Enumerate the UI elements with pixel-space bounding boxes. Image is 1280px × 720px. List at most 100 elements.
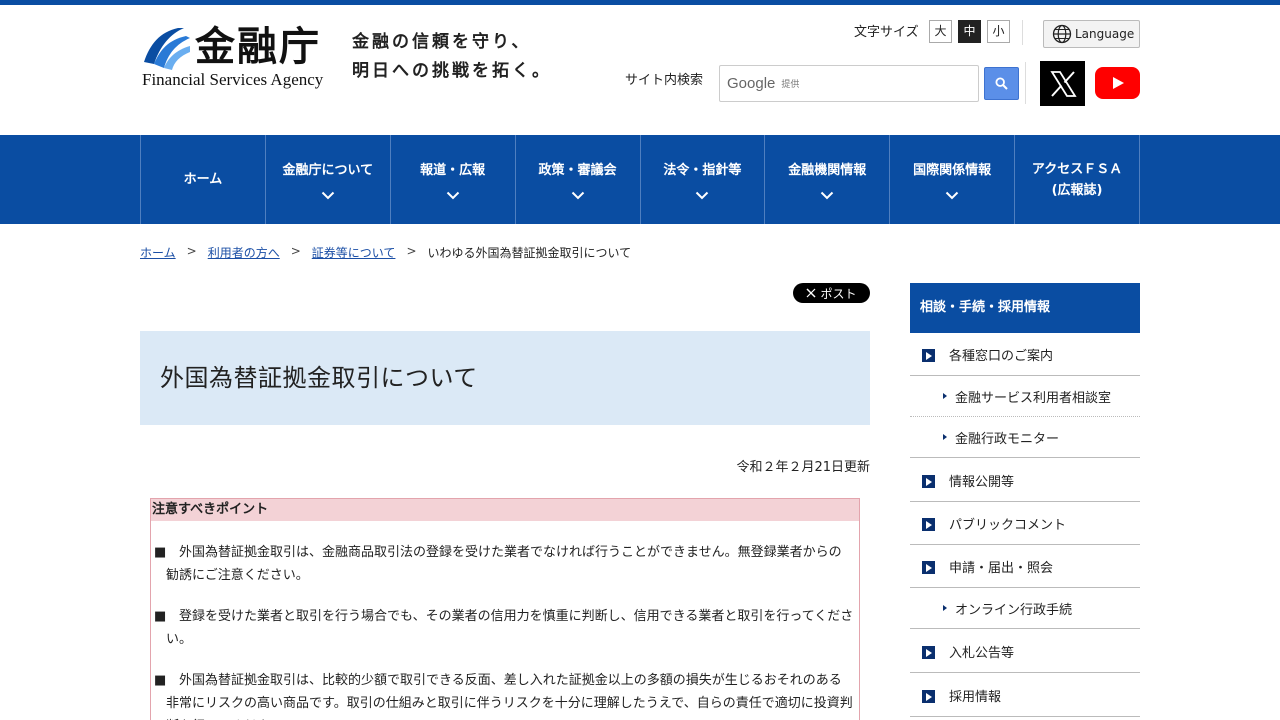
notice-text: 外国為替証拠金取引は、比較的少額で取引できる反面、差し入れた証拠金以上の多額の損… bbox=[166, 673, 853, 720]
nav-institutions[interactable]: 金融機関情報 bbox=[765, 135, 891, 224]
tagline: 金融の信頼を守り、 明日への挑戦を拓く。 bbox=[352, 28, 552, 86]
sidebar-item-user-consultation[interactable]: 金融サービス利用者相談室 bbox=[910, 376, 1140, 417]
sidebar-item-label: 金融サービス利用者相談室 bbox=[955, 390, 1112, 406]
breadcrumb-separator: > bbox=[406, 244, 417, 258]
logo-japanese-text: 金融庁 bbox=[195, 24, 321, 70]
fsa-logo-mark-icon bbox=[144, 28, 190, 70]
font-size-small-button[interactable]: 小 bbox=[987, 20, 1010, 43]
search-provider-text: 提供 bbox=[781, 80, 800, 90]
notice-text: 外国為替証拠金取引は、金融商品取引法の登録を受けた業者でなければ行うことができま… bbox=[166, 545, 842, 583]
nav-item-label: 報道・広報 bbox=[420, 162, 486, 178]
nav-item-label: アクセスＦＳＡ (広報誌) bbox=[1031, 161, 1123, 198]
header-divider-2 bbox=[1025, 62, 1026, 104]
sidebar-item-label: 金融行政モニター bbox=[955, 431, 1060, 447]
x-post-button[interactable]: ポスト bbox=[793, 283, 870, 303]
notice-heading: 注意すべきポイント bbox=[151, 499, 859, 521]
chevron-down-icon bbox=[446, 191, 459, 199]
bullet-square: ■ bbox=[154, 609, 167, 624]
notice-box: 注意すべきポイント ■ 外国為替証拠金取引は、金融商品取引法の登録を受けた業者で… bbox=[150, 498, 860, 720]
arrow-square-icon bbox=[922, 517, 935, 531]
sidebar-item-label: 採用情報 bbox=[949, 689, 1002, 705]
nav-item-label: 法令・指針等 bbox=[663, 162, 742, 178]
top-accent-bar bbox=[0, 0, 1280, 5]
nav-policy[interactable]: 政策・審議会 bbox=[516, 135, 641, 224]
nav-international[interactable]: 国際関係情報 bbox=[890, 135, 1016, 224]
post-label: ポスト bbox=[820, 286, 857, 301]
sidebar-item-disclosure[interactable]: 情報公開等 bbox=[910, 459, 1140, 502]
nav-laws[interactable]: 法令・指針等 bbox=[641, 135, 766, 224]
chevron-down-icon bbox=[321, 191, 335, 199]
chevron-down-icon bbox=[696, 191, 709, 199]
sidebar-item-recruitment[interactable]: 採用情報 bbox=[910, 674, 1140, 717]
font-size-large-button[interactable]: 大 bbox=[929, 20, 952, 43]
bullet-square: ■ bbox=[154, 545, 167, 560]
notice-item: ■ 外国為替証拠金取引は、金融商品取引法の登録を受けた業者でなければ行うことがで… bbox=[154, 541, 854, 587]
page-title: 外国為替証拠金取引について bbox=[160, 364, 478, 392]
sidebar-item-label: 入札公告等 bbox=[949, 645, 1015, 661]
tagline-line-1: 金融の信頼を守り、 bbox=[352, 32, 532, 52]
sidebar-item-label: 情報公開等 bbox=[949, 474, 1015, 490]
breadcrumb-current: いわゆる外国為替証拠金取引について bbox=[427, 246, 632, 260]
arrow-square-icon bbox=[922, 645, 935, 659]
chevron-down-icon bbox=[821, 191, 834, 199]
x-logo-icon bbox=[1049, 70, 1077, 97]
notice-item: ■ 登録を受けた業者と取引を行う場合でも、その業者の信用力を慎重に判断し、信用で… bbox=[154, 605, 854, 651]
sidebar-item-admin-monitor[interactable]: 金融行政モニター bbox=[910, 417, 1140, 458]
nav-item-label: 金融機関情報 bbox=[788, 162, 867, 178]
globe-icon bbox=[1052, 24, 1072, 44]
youtube-button[interactable] bbox=[1095, 67, 1140, 99]
language-label: Language bbox=[1075, 27, 1135, 41]
bullet-square: ■ bbox=[154, 673, 167, 688]
header-divider bbox=[1022, 20, 1023, 45]
nav-item-label: 金融庁について bbox=[282, 162, 374, 178]
nav-about[interactable]: 金融庁について bbox=[266, 135, 391, 224]
breadcrumb-securities[interactable]: 証券等について bbox=[312, 244, 396, 261]
arrow-square-icon bbox=[922, 348, 935, 362]
arrow-square-icon bbox=[922, 560, 935, 574]
sidebar-item-online-procedures[interactable]: オンライン行政手続 bbox=[910, 588, 1140, 629]
sidebar-item-contact-windows[interactable]: 各種窓口のご案内 bbox=[910, 333, 1140, 376]
language-button[interactable]: Language bbox=[1043, 20, 1140, 48]
nav-access-fsa[interactable]: アクセスＦＳＡ (広報誌) bbox=[1015, 135, 1140, 224]
notice-text: 登録を受けた業者と取引を行う場合でも、その業者の信用力を慎重に判断し、信用できる… bbox=[166, 609, 854, 647]
x-social-button[interactable] bbox=[1040, 61, 1085, 106]
chevron-down-icon bbox=[571, 191, 584, 199]
sidebar-item-label: パブリックコメント bbox=[949, 517, 1067, 533]
nav-home[interactable]: ホーム bbox=[141, 135, 266, 224]
chevron-down-icon bbox=[945, 191, 959, 199]
x-small-icon bbox=[806, 288, 817, 298]
tagline-line-2: 明日への挑戦を拓く。 bbox=[352, 61, 552, 81]
arrow-square-icon bbox=[922, 474, 935, 488]
font-size-label: 文字サイズ bbox=[854, 25, 919, 40]
nav-press[interactable]: 報道・広報 bbox=[391, 135, 516, 224]
nav-item-label: 国際関係情報 bbox=[913, 162, 992, 178]
breadcrumb-separator: > bbox=[186, 244, 197, 258]
logo-english-text: Financial Services Agency bbox=[142, 70, 324, 89]
search-icon bbox=[995, 77, 1008, 90]
nav-item-label: 政策・審議会 bbox=[538, 162, 617, 178]
breadcrumb-users[interactable]: 利用者の方へ bbox=[208, 244, 280, 261]
triangle-bullet-icon bbox=[943, 434, 947, 440]
sidebar-heading: 相談・手続・採用情報 bbox=[910, 283, 1140, 333]
sidebar-item-applications[interactable]: 申請・届出・照会 bbox=[910, 545, 1140, 588]
breadcrumb-home[interactable]: ホーム bbox=[140, 244, 176, 261]
breadcrumb: ホーム > 利用者の方へ > 証券等について > いわゆる外国為替証拠金取引につ… bbox=[140, 244, 631, 261]
nav-item-label: ホーム bbox=[183, 172, 223, 187]
fsa-logo[interactable]: 金融庁 Financial Services Agency bbox=[140, 22, 335, 92]
page-title-box: 外国為替証拠金取引について bbox=[140, 331, 870, 425]
global-nav: ホーム 金融庁について 報道・広報 政策・審議会 法令・指針等 金融機関情報 国際関係情報 ア… bbox=[0, 135, 1280, 224]
triangle-bullet-icon bbox=[943, 605, 947, 611]
sidebar-item-public-comment[interactable]: パブリックコメント bbox=[910, 502, 1140, 545]
updated-date: 令和２年２月21日更新 bbox=[736, 460, 870, 475]
sidebar-item-label: 申請・届出・照会 bbox=[949, 560, 1054, 576]
search-input[interactable]: Google 提供 bbox=[719, 65, 979, 102]
sidebar-item-label: 各種窓口のご案内 bbox=[949, 348, 1054, 364]
search-button[interactable] bbox=[984, 67, 1019, 100]
youtube-play-icon bbox=[1112, 77, 1124, 89]
sidebar-item-label: オンライン行政手続 bbox=[955, 602, 1073, 618]
breadcrumb-separator: > bbox=[290, 244, 301, 258]
sidebar-item-bidding[interactable]: 入札公告等 bbox=[910, 630, 1140, 673]
global-nav-items: ホーム 金融庁について 報道・広報 政策・審議会 法令・指針等 金融機関情報 国際関係情報 ア… bbox=[140, 135, 1140, 224]
font-size-medium-button[interactable]: 中 bbox=[958, 20, 981, 43]
notice-item: ■ 外国為替証拠金取引は、比較的少額で取引できる反面、差し入れた証拠金以上の多額… bbox=[154, 669, 854, 720]
